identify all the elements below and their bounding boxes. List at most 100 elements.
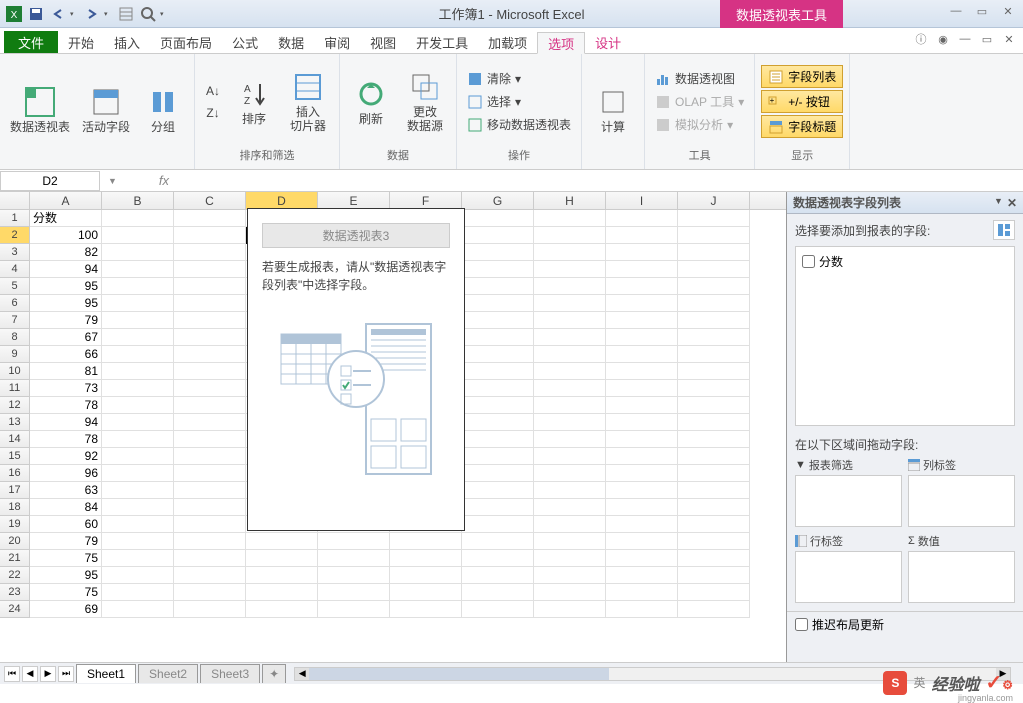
- cell[interactable]: 95: [30, 567, 102, 584]
- cell[interactable]: [174, 210, 246, 227]
- rows-drop-area[interactable]: [795, 551, 902, 603]
- cell[interactable]: [102, 533, 174, 550]
- row-header[interactable]: 21: [0, 550, 30, 567]
- cell[interactable]: [102, 431, 174, 448]
- cell[interactable]: [606, 601, 678, 618]
- sheet-nav-prev[interactable]: ◀: [22, 666, 38, 682]
- cell[interactable]: [390, 601, 462, 618]
- cell[interactable]: [606, 244, 678, 261]
- cell[interactable]: [678, 312, 750, 329]
- cell[interactable]: [174, 295, 246, 312]
- cell[interactable]: [102, 397, 174, 414]
- cell[interactable]: [102, 584, 174, 601]
- cell[interactable]: [462, 516, 534, 533]
- cell[interactable]: [462, 601, 534, 618]
- cell[interactable]: [534, 363, 606, 380]
- cell[interactable]: [678, 431, 750, 448]
- qat-customize-dropdown[interactable]: ▾: [160, 10, 170, 18]
- tab-review[interactable]: 审阅: [314, 31, 360, 53]
- cell[interactable]: [678, 295, 750, 312]
- cell[interactable]: [606, 295, 678, 312]
- cell[interactable]: [534, 448, 606, 465]
- cell[interactable]: [174, 584, 246, 601]
- cell[interactable]: 66: [30, 346, 102, 363]
- cell[interactable]: [390, 584, 462, 601]
- cell[interactable]: [606, 414, 678, 431]
- row-header[interactable]: 22: [0, 567, 30, 584]
- new-sheet-button[interactable]: ✦: [262, 664, 286, 683]
- cell[interactable]: [318, 550, 390, 567]
- plus-minus-toggle[interactable]: ++/- 按钮: [761, 90, 843, 113]
- cell[interactable]: 75: [30, 584, 102, 601]
- file-tab[interactable]: 文件: [4, 31, 58, 53]
- field-list-toggle[interactable]: 字段列表: [761, 65, 843, 88]
- cell[interactable]: [534, 295, 606, 312]
- row-header[interactable]: 2: [0, 227, 30, 244]
- cell[interactable]: [174, 363, 246, 380]
- cell[interactable]: 73: [30, 380, 102, 397]
- row-header[interactable]: 9: [0, 346, 30, 363]
- cell[interactable]: [462, 482, 534, 499]
- undo-button[interactable]: [48, 4, 68, 24]
- cell[interactable]: [318, 533, 390, 550]
- field-list[interactable]: 分数: [795, 246, 1015, 426]
- cell[interactable]: 79: [30, 312, 102, 329]
- column-header[interactable]: J: [678, 192, 750, 209]
- row-header[interactable]: 19: [0, 516, 30, 533]
- cell[interactable]: [102, 448, 174, 465]
- cell[interactable]: [462, 346, 534, 363]
- redo-button[interactable]: [82, 4, 102, 24]
- row-header[interactable]: 23: [0, 584, 30, 601]
- cell[interactable]: [606, 584, 678, 601]
- cell[interactable]: [462, 584, 534, 601]
- layout-options-button[interactable]: [993, 220, 1015, 240]
- cell[interactable]: [462, 261, 534, 278]
- row-header[interactable]: 7: [0, 312, 30, 329]
- cell[interactable]: [678, 601, 750, 618]
- cell[interactable]: [606, 567, 678, 584]
- cell[interactable]: [174, 346, 246, 363]
- cell[interactable]: 94: [30, 414, 102, 431]
- cell[interactable]: 95: [30, 278, 102, 295]
- task-pane-dropdown[interactable]: ▼: [994, 196, 1003, 210]
- cell[interactable]: [174, 414, 246, 431]
- cell[interactable]: [102, 465, 174, 482]
- cell[interactable]: 60: [30, 516, 102, 533]
- sheet-tab-1[interactable]: Sheet1: [76, 664, 136, 683]
- sheet-nav-next[interactable]: ▶: [40, 666, 56, 682]
- name-box-dropdown[interactable]: ▼: [108, 176, 117, 186]
- cell[interactable]: [102, 601, 174, 618]
- tab-data[interactable]: 数据: [268, 31, 314, 53]
- cell[interactable]: [606, 465, 678, 482]
- close-button[interactable]: ✕: [999, 4, 1017, 18]
- cell[interactable]: [174, 448, 246, 465]
- cell[interactable]: [534, 567, 606, 584]
- cell[interactable]: [606, 312, 678, 329]
- cell[interactable]: [102, 550, 174, 567]
- tab-insert[interactable]: 插入: [104, 31, 150, 53]
- filter-drop-area[interactable]: [795, 475, 902, 527]
- cell[interactable]: [462, 533, 534, 550]
- cell[interactable]: [462, 227, 534, 244]
- tab-developer[interactable]: 开发工具: [406, 31, 478, 53]
- save-button[interactable]: [26, 4, 46, 24]
- cell[interactable]: [534, 550, 606, 567]
- change-data-source-button[interactable]: 更改 数据源: [400, 69, 450, 135]
- cell[interactable]: [678, 533, 750, 550]
- cell[interactable]: [174, 516, 246, 533]
- cell[interactable]: [390, 567, 462, 584]
- cell[interactable]: [534, 465, 606, 482]
- cell[interactable]: [174, 380, 246, 397]
- sort-button[interactable]: AZ排序: [229, 76, 279, 128]
- workbook-minimize-button[interactable]: —: [957, 32, 973, 46]
- cell[interactable]: [318, 584, 390, 601]
- cell[interactable]: [534, 601, 606, 618]
- cell[interactable]: [462, 312, 534, 329]
- cell[interactable]: [534, 533, 606, 550]
- cell[interactable]: [534, 278, 606, 295]
- clear-button[interactable]: 清除 ▾: [463, 68, 575, 89]
- column-header[interactable]: H: [534, 192, 606, 209]
- cell[interactable]: [462, 278, 534, 295]
- cell[interactable]: [174, 533, 246, 550]
- row-header[interactable]: 18: [0, 499, 30, 516]
